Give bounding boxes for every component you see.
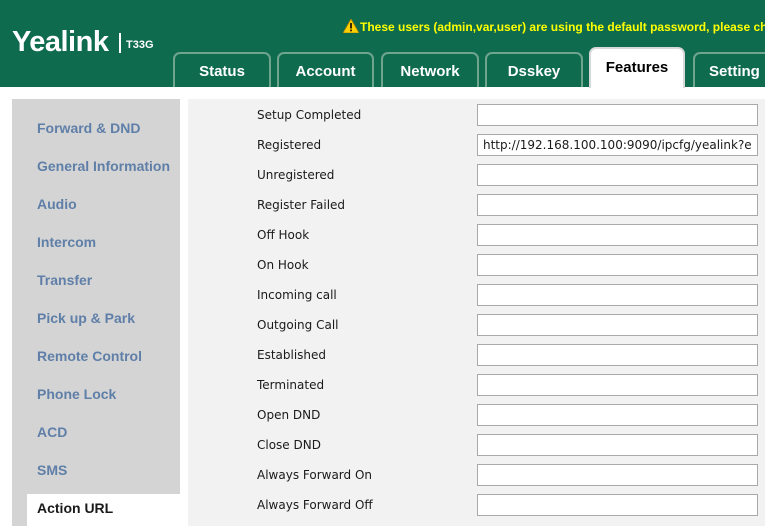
logo-divider	[119, 33, 121, 53]
registered-label: Registered	[257, 138, 322, 152]
always-forward-on-label: Always Forward On	[257, 468, 373, 482]
incoming-call-label: Incoming call	[257, 288, 337, 302]
sidebar-item-remote-control[interactable]: Remote Control	[37, 348, 142, 364]
default-password-warning: These users (admin,var,user) are using t…	[343, 19, 765, 34]
sidebar-item-sms[interactable]: SMS	[37, 462, 67, 478]
warning-text: These users (admin,var,user) are using t…	[360, 20, 765, 34]
established-url-input[interactable]	[477, 344, 758, 366]
terminated-label: Terminated	[257, 378, 325, 392]
sidebar-item-acd[interactable]: ACD	[37, 424, 67, 440]
sidebar: Forward & DND General Information Audio …	[12, 99, 200, 526]
tab-account[interactable]: Account	[277, 52, 374, 87]
register-failed-label: Register Failed	[257, 198, 346, 212]
tab-status[interactable]: Status	[173, 52, 271, 87]
model-name: T33G	[126, 39, 154, 51]
sidebar-item-action-url[interactable]: Action URL	[37, 500, 113, 516]
tab-dsskey[interactable]: Dsskey	[485, 52, 583, 87]
on-hook-url-input[interactable]	[477, 254, 758, 276]
outgoing-call-label: Outgoing Call	[257, 318, 339, 332]
setup-completed-label: Setup Completed	[257, 108, 362, 122]
unregistered-label: Unregistered	[257, 168, 335, 182]
terminated-url-input[interactable]	[477, 374, 758, 396]
sidebar-item-pickup-park[interactable]: Pick up & Park	[37, 310, 135, 326]
tab-setting[interactable]: Setting	[693, 52, 765, 87]
action-url-form: Setup Completed Registered Unregistered …	[188, 99, 765, 526]
sidebar-item-audio[interactable]: Audio	[37, 196, 77, 212]
sidebar-item-phone-lock[interactable]: Phone Lock	[37, 386, 116, 402]
tab-network[interactable]: Network	[381, 52, 479, 87]
sidebar-item-forward-dnd[interactable]: Forward & DND	[37, 120, 140, 136]
sidebar-item-general-information[interactable]: General Information	[37, 158, 170, 174]
warning-icon	[343, 19, 359, 33]
incoming-call-url-input[interactable]	[477, 284, 758, 306]
sidebar-item-intercom[interactable]: Intercom	[37, 234, 96, 250]
established-label: Established	[257, 348, 327, 362]
open-dnd-label: Open DND	[257, 408, 321, 422]
setup-completed-url-input[interactable]	[477, 104, 758, 126]
on-hook-label: On Hook	[257, 258, 309, 272]
off-hook-url-input[interactable]	[477, 224, 758, 246]
close-dnd-label: Close DND	[257, 438, 321, 452]
always-forward-off-url-input[interactable]	[477, 494, 758, 516]
yealink-logo: Yealink	[12, 26, 109, 58]
always-forward-on-url-input[interactable]	[477, 464, 758, 486]
off-hook-label: Off Hook	[257, 228, 310, 242]
tab-features[interactable]: Features	[589, 47, 685, 88]
register-failed-url-input[interactable]	[477, 194, 758, 216]
open-dnd-url-input[interactable]	[477, 404, 758, 426]
outgoing-call-url-input[interactable]	[477, 314, 758, 336]
registered-url-input[interactable]	[477, 134, 758, 156]
header-bar: Yealink T33G These users (admin,var,user…	[0, 0, 765, 88]
unregistered-url-input[interactable]	[477, 164, 758, 186]
close-dnd-url-input[interactable]	[477, 434, 758, 456]
sidebar-item-transfer[interactable]: Transfer	[37, 272, 92, 288]
always-forward-off-label: Always Forward Off	[257, 498, 373, 512]
